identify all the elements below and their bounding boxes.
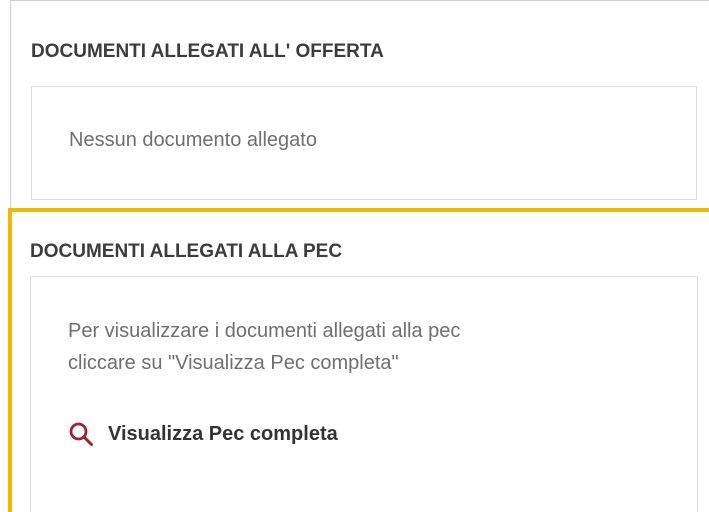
offer-attachments-title: DOCUMENTI ALLEGATI ALL' OFFERTA — [31, 41, 384, 62]
pec-instructions: Per visualizzare i documenti allegati al… — [68, 315, 460, 379]
attachments-panel: DOCUMENTI ALLEGATI ALL' OFFERTA Nessun d… — [0, 0, 709, 512]
search-icon — [68, 421, 94, 447]
offer-attachments-section: DOCUMENTI ALLEGATI ALL' OFFERTA Nessun d… — [10, 0, 709, 208]
view-full-pec-label: Visualizza Pec completa — [108, 422, 338, 445]
pec-instructions-line-1: Per visualizzare i documenti allegati al… — [68, 320, 461, 342]
no-attachments-message: Nessun documento allegato — [69, 129, 317, 151]
pec-attachments-title: DOCUMENTI ALLEGATI ALLA PEC — [30, 241, 343, 262]
pec-attachments-section: DOCUMENTI ALLEGATI ALLA PEC Per visualiz… — [8, 208, 709, 512]
view-full-pec-link[interactable]: Visualizza Pec completa — [68, 421, 338, 447]
pec-instructions-line-2: cliccare su "Visualizza Pec completa" — [68, 352, 399, 374]
offer-attachments-box: Nessun documento allegato — [31, 86, 697, 200]
pec-attachments-box: Per visualizzare i documenti allegati al… — [30, 276, 698, 512]
